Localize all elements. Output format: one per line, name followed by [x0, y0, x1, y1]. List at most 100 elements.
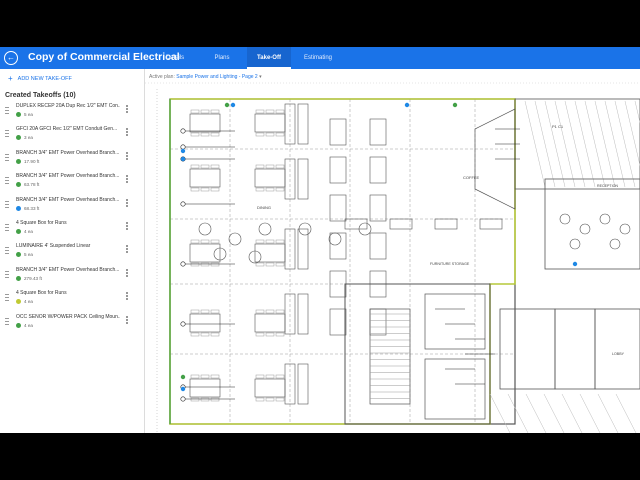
wall-table	[389, 218, 413, 230]
drag-handle-icon[interactable]	[5, 152, 9, 164]
takeoff-item[interactable]: BRANCH 3/4" EMT Power Overhead Branch...…	[0, 196, 144, 217]
tab-details[interactable]: Details	[156, 47, 194, 69]
status-dot	[16, 322, 21, 328]
room-label-reception: RECEPTION	[597, 184, 618, 188]
hatch-line	[543, 393, 565, 433]
booth	[329, 118, 347, 146]
chair	[275, 132, 285, 137]
takeoff-item-quantity: 68.33 ft	[16, 205, 40, 211]
lounge-seat	[599, 213, 611, 225]
drag-handle-icon[interactable]	[5, 105, 9, 117]
room	[554, 308, 596, 390]
chair	[255, 397, 265, 402]
more-options-icon[interactable]	[124, 221, 130, 233]
hatch-line	[525, 393, 547, 433]
takeoff-item-qty-value: 68.33 ft	[24, 205, 40, 211]
chair	[265, 109, 275, 114]
status-dot	[16, 275, 21, 281]
chair	[275, 374, 285, 379]
chair	[265, 262, 275, 267]
more-options-icon[interactable]	[124, 104, 130, 116]
room-label-coffee: COFFEE	[463, 175, 480, 180]
booth	[369, 232, 387, 260]
takeoff-item[interactable]: OCC SENOR W/POWER PACK Ceiling Moun... 4 …	[0, 314, 144, 334]
takeoff-item[interactable]: 4 Square Box for Runs 4 ea	[0, 290, 144, 310]
status-dot	[16, 158, 21, 164]
room	[499, 308, 556, 390]
takeoff-marker	[452, 102, 458, 108]
takeoff-item[interactable]: BRANCH 3/4" EMT Power Overhead Branch...…	[0, 150, 144, 170]
booth	[329, 232, 347, 260]
chair	[210, 239, 220, 244]
tab-plans[interactable]: Plans	[203, 47, 241, 69]
chair	[200, 262, 210, 267]
drag-handle-icon[interactable]	[5, 128, 9, 140]
table	[189, 378, 221, 398]
takeoff-item[interactable]: DUPLEX RECEP 20A Dup Rec 1/2" EMT Con...…	[0, 103, 144, 123]
lounge-seat	[579, 223, 591, 235]
chair	[190, 187, 200, 192]
takeoff-marker	[404, 102, 410, 108]
chair	[255, 332, 265, 337]
chair	[200, 132, 210, 137]
back-arrow-icon[interactable]: ←	[4, 51, 18, 65]
chair	[200, 164, 210, 169]
drag-handle-icon[interactable]	[5, 222, 9, 234]
takeoff-item-name: 4 Square Box for Runs	[16, 220, 67, 226]
takeoff-item[interactable]: BRANCH 3/4" EMT Power Overhead Branch...…	[0, 173, 144, 193]
takeoff-item[interactable]: GFCI 20A GFCI Rec 1/2" EMT Conduit Gen..…	[0, 126, 144, 146]
hatch-line	[524, 100, 546, 188]
chair	[210, 397, 220, 402]
lounge-seat	[559, 213, 571, 225]
takeoff-item[interactable]: 4 Square Box for Runs 4 ea	[0, 220, 144, 240]
stair	[369, 308, 411, 405]
drag-handle-icon[interactable]	[5, 269, 9, 281]
tab-estimating[interactable]: Estimating	[296, 47, 340, 69]
takeoff-item-qty-value: 63.78 ft	[24, 182, 40, 188]
room-label-furniture-storage: FURNITURE STORAGE	[430, 262, 470, 266]
takeoff-marker	[180, 386, 186, 392]
chair	[265, 397, 275, 402]
more-options-icon[interactable]	[124, 174, 130, 186]
more-options-icon[interactable]	[124, 151, 130, 163]
more-options-icon[interactable]	[124, 244, 130, 256]
lobby-room	[594, 308, 640, 390]
active-plan-name: Sample Power and Lighting - Page 2	[176, 74, 258, 80]
more-options-icon[interactable]	[124, 291, 130, 303]
floor-plan-drawing[interactable]: DINING COFFEE FURNITURE STORAGE RECEPTION LO…	[145, 69, 640, 433]
takeoff-item-name: BRANCH 3/4" EMT Power Overhead Branch...	[16, 173, 120, 180]
takeoff-marker	[180, 148, 186, 154]
takeoff-item[interactable]: BRANCH 3/4" EMT Power Overhead Branch...…	[0, 267, 144, 287]
chair	[200, 239, 210, 244]
hatch-line	[507, 393, 529, 433]
takeoff-item-name: BRANCH 3/4" EMT Power Overhead Branch...	[16, 196, 120, 203]
drag-handle-icon[interactable]	[5, 292, 9, 304]
hatch-line	[584, 100, 606, 188]
active-plan-selector[interactable]: Active plan: Sample Power and Lighting -…	[149, 74, 262, 80]
takeoff-item[interactable]: LUMINAIRE 4' Suspended Linear 5 ea	[0, 243, 144, 263]
drag-handle-icon[interactable]	[5, 175, 9, 187]
drag-handle-icon[interactable]	[5, 316, 9, 328]
hatch-line	[634, 100, 640, 124]
more-options-icon[interactable]	[124, 315, 130, 327]
chevron-down-icon: ▾	[259, 74, 262, 80]
table	[189, 243, 221, 263]
wall-table	[344, 218, 368, 230]
hatch-line	[534, 100, 556, 188]
more-options-icon[interactable]	[124, 268, 130, 280]
chair	[275, 239, 285, 244]
chair	[190, 132, 200, 137]
add-new-takeoff-button[interactable]: + ADD NEW TAKE-OFF	[8, 74, 72, 83]
drag-handle-icon[interactable]	[5, 199, 9, 211]
chair	[275, 332, 285, 337]
tab-take-off[interactable]: Take-Off	[247, 47, 291, 69]
chair	[275, 187, 285, 192]
drag-handle-icon[interactable]	[5, 245, 9, 257]
plan-canvas[interactable]: DINING COFFEE FURNITURE STORAGE RECEPTION LO…	[145, 69, 640, 433]
more-options-icon[interactable]	[124, 198, 130, 210]
hatch-line	[597, 393, 619, 433]
chair	[275, 164, 285, 169]
more-options-icon[interactable]	[124, 127, 130, 139]
chair	[265, 332, 275, 337]
chair	[265, 309, 275, 314]
